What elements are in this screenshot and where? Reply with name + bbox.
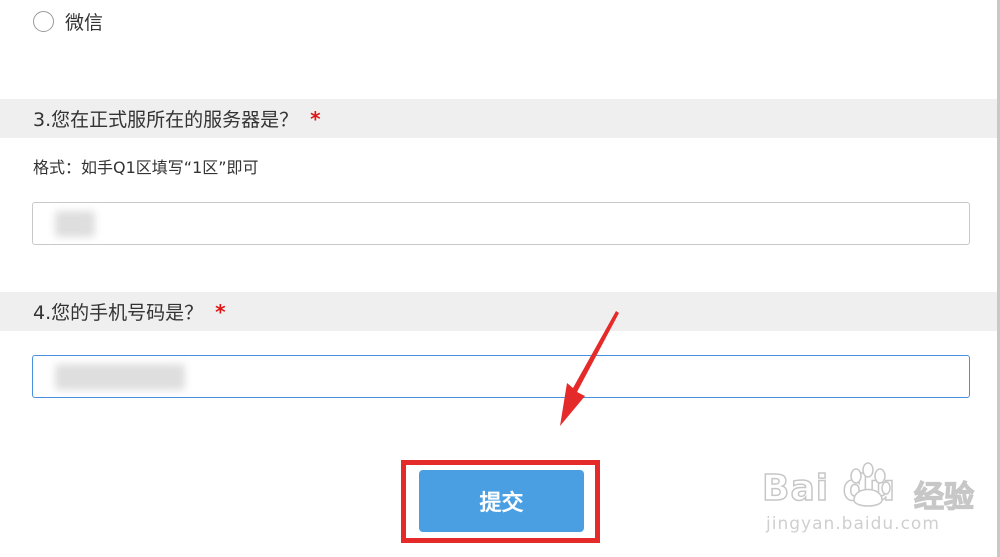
required-asterisk: * — [310, 106, 321, 131]
question-3-header: 3.您在正式服所在的服务器是？ * — [0, 99, 997, 138]
option-wechat[interactable]: 微信 — [33, 8, 103, 34]
question-4-header: 4.您的手机号码是？ * — [0, 292, 997, 331]
required-asterisk: * — [215, 299, 226, 324]
redacted-value — [55, 211, 95, 237]
option-wechat-label: 微信 — [65, 11, 104, 34]
redacted-value — [55, 364, 185, 390]
submit-button[interactable]: 提交 — [419, 470, 584, 532]
question-3-title: 3.您在正式服所在的服务器是？ — [33, 109, 299, 131]
radio-wechat[interactable] — [33, 10, 54, 32]
question-4-title: 4.您的手机号码是？ — [33, 302, 204, 324]
watermark-product: 经验 — [913, 479, 974, 515]
baidu-jingyan-watermark: Bai du 经验 jingyan.baidu.com — [761, 448, 994, 540]
question-3-hint: 格式：如手Q1区填写“1区”即可 — [33, 158, 259, 177]
server-input[interactable] — [32, 202, 970, 245]
watermark-url: jingyan.baidu.com — [766, 514, 940, 534]
baidu-paw-icon — [850, 462, 891, 507]
survey-form-page: 微信 3.您在正式服所在的服务器是？ * 格式：如手Q1区填写“1区”即可 4.… — [0, 0, 1000, 557]
phone-number-input[interactable] — [32, 355, 970, 398]
